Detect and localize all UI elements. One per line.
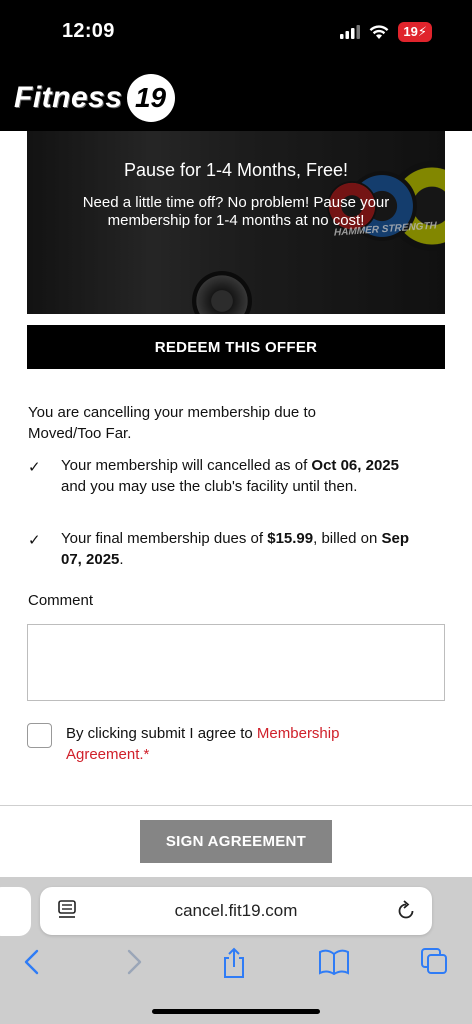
brand-header: Fitness 19 <box>0 62 472 131</box>
address-bar[interactable]: cancel.fit19.com <box>40 887 432 935</box>
cancellation-date-note: ✓ Your membership will cancelled as of O… <box>28 455 428 497</box>
note-text-part: Your final membership dues of <box>61 530 268 547</box>
reason-intro: You are cancelling your membership due t… <box>28 404 316 421</box>
status-bar: 12:09 19⚡ <box>0 0 472 62</box>
url-text: cancel.fit19.com <box>174 901 298 920</box>
comment-label: Comment <box>28 592 94 609</box>
fitness-19-logo[interactable]: Fitness 19 <box>14 74 175 122</box>
home-indicator <box>152 1009 320 1014</box>
logo-text: Fitness <box>14 81 123 114</box>
browser-toolbar <box>0 947 472 983</box>
tabs-icon[interactable] <box>420 947 448 977</box>
offer-title: Pause for 1-4 Months, Free! <box>123 160 349 180</box>
forward-icon[interactable] <box>124 947 144 977</box>
final-dues-note: ✓ Your final membership dues of $15.99, … <box>28 528 428 570</box>
note-text: Your membership will cancelled as of Oct… <box>61 455 428 497</box>
cancel-date: Oct 06, 2025 <box>311 457 399 474</box>
note-text-part: Your membership will cancelled as of <box>61 457 312 474</box>
logo-number: 19 <box>126 74 175 122</box>
battery-level: 19 <box>403 24 418 39</box>
reason-value: Moved/Too Far <box>28 425 128 442</box>
bookmarks-icon[interactable] <box>318 947 350 977</box>
checkmark-icon: ✓ <box>28 532 41 549</box>
back-icon[interactable] <box>22 947 42 977</box>
pause-offer-banner: HAMMER STRENGTH Pause for 1-4 Months, Fr… <box>27 131 445 314</box>
wifi-icon <box>369 24 389 39</box>
offer-description: Need a little time off? No problem! Paus… <box>82 194 390 229</box>
sign-agreement-button[interactable]: SIGN AGREEMENT <box>140 820 332 863</box>
dues-amount: $15.99 <box>267 530 314 547</box>
status-icons: 19⚡ <box>340 22 432 42</box>
cellular-signal-icon <box>340 25 361 39</box>
redeem-offer-button[interactable]: REDEEM THIS OFFER <box>27 325 445 369</box>
share-icon[interactable] <box>221 947 247 979</box>
note-text-part: and you may use the club's facility unti… <box>61 478 358 495</box>
charging-bolt-icon: ⚡ <box>417 24 427 39</box>
checkmark-icon: ✓ <box>28 459 41 476</box>
status-time: 12:09 <box>62 20 115 42</box>
agreement-text-intro: By clicking submit I agree to <box>66 725 257 742</box>
reload-icon[interactable] <box>396 899 416 921</box>
cancellation-reason: You are cancelling your membership due t… <box>28 402 428 444</box>
agreement-text: By clicking submit I agree to Membership… <box>66 723 426 765</box>
divider <box>0 805 472 806</box>
note-text: Your final membership dues of $15.99, bi… <box>61 528 428 570</box>
previous-tab-preview[interactable] <box>0 887 31 936</box>
reason-suffix: . <box>127 425 132 442</box>
note-text-part: . <box>119 551 124 568</box>
battery-indicator: 19⚡ <box>398 22 432 42</box>
note-text-part: , billed on <box>313 530 382 547</box>
agreement-checkbox[interactable] <box>27 723 52 748</box>
comment-field[interactable] <box>27 624 445 701</box>
browser-bar: cancel.fit19.com <box>0 877 472 1024</box>
